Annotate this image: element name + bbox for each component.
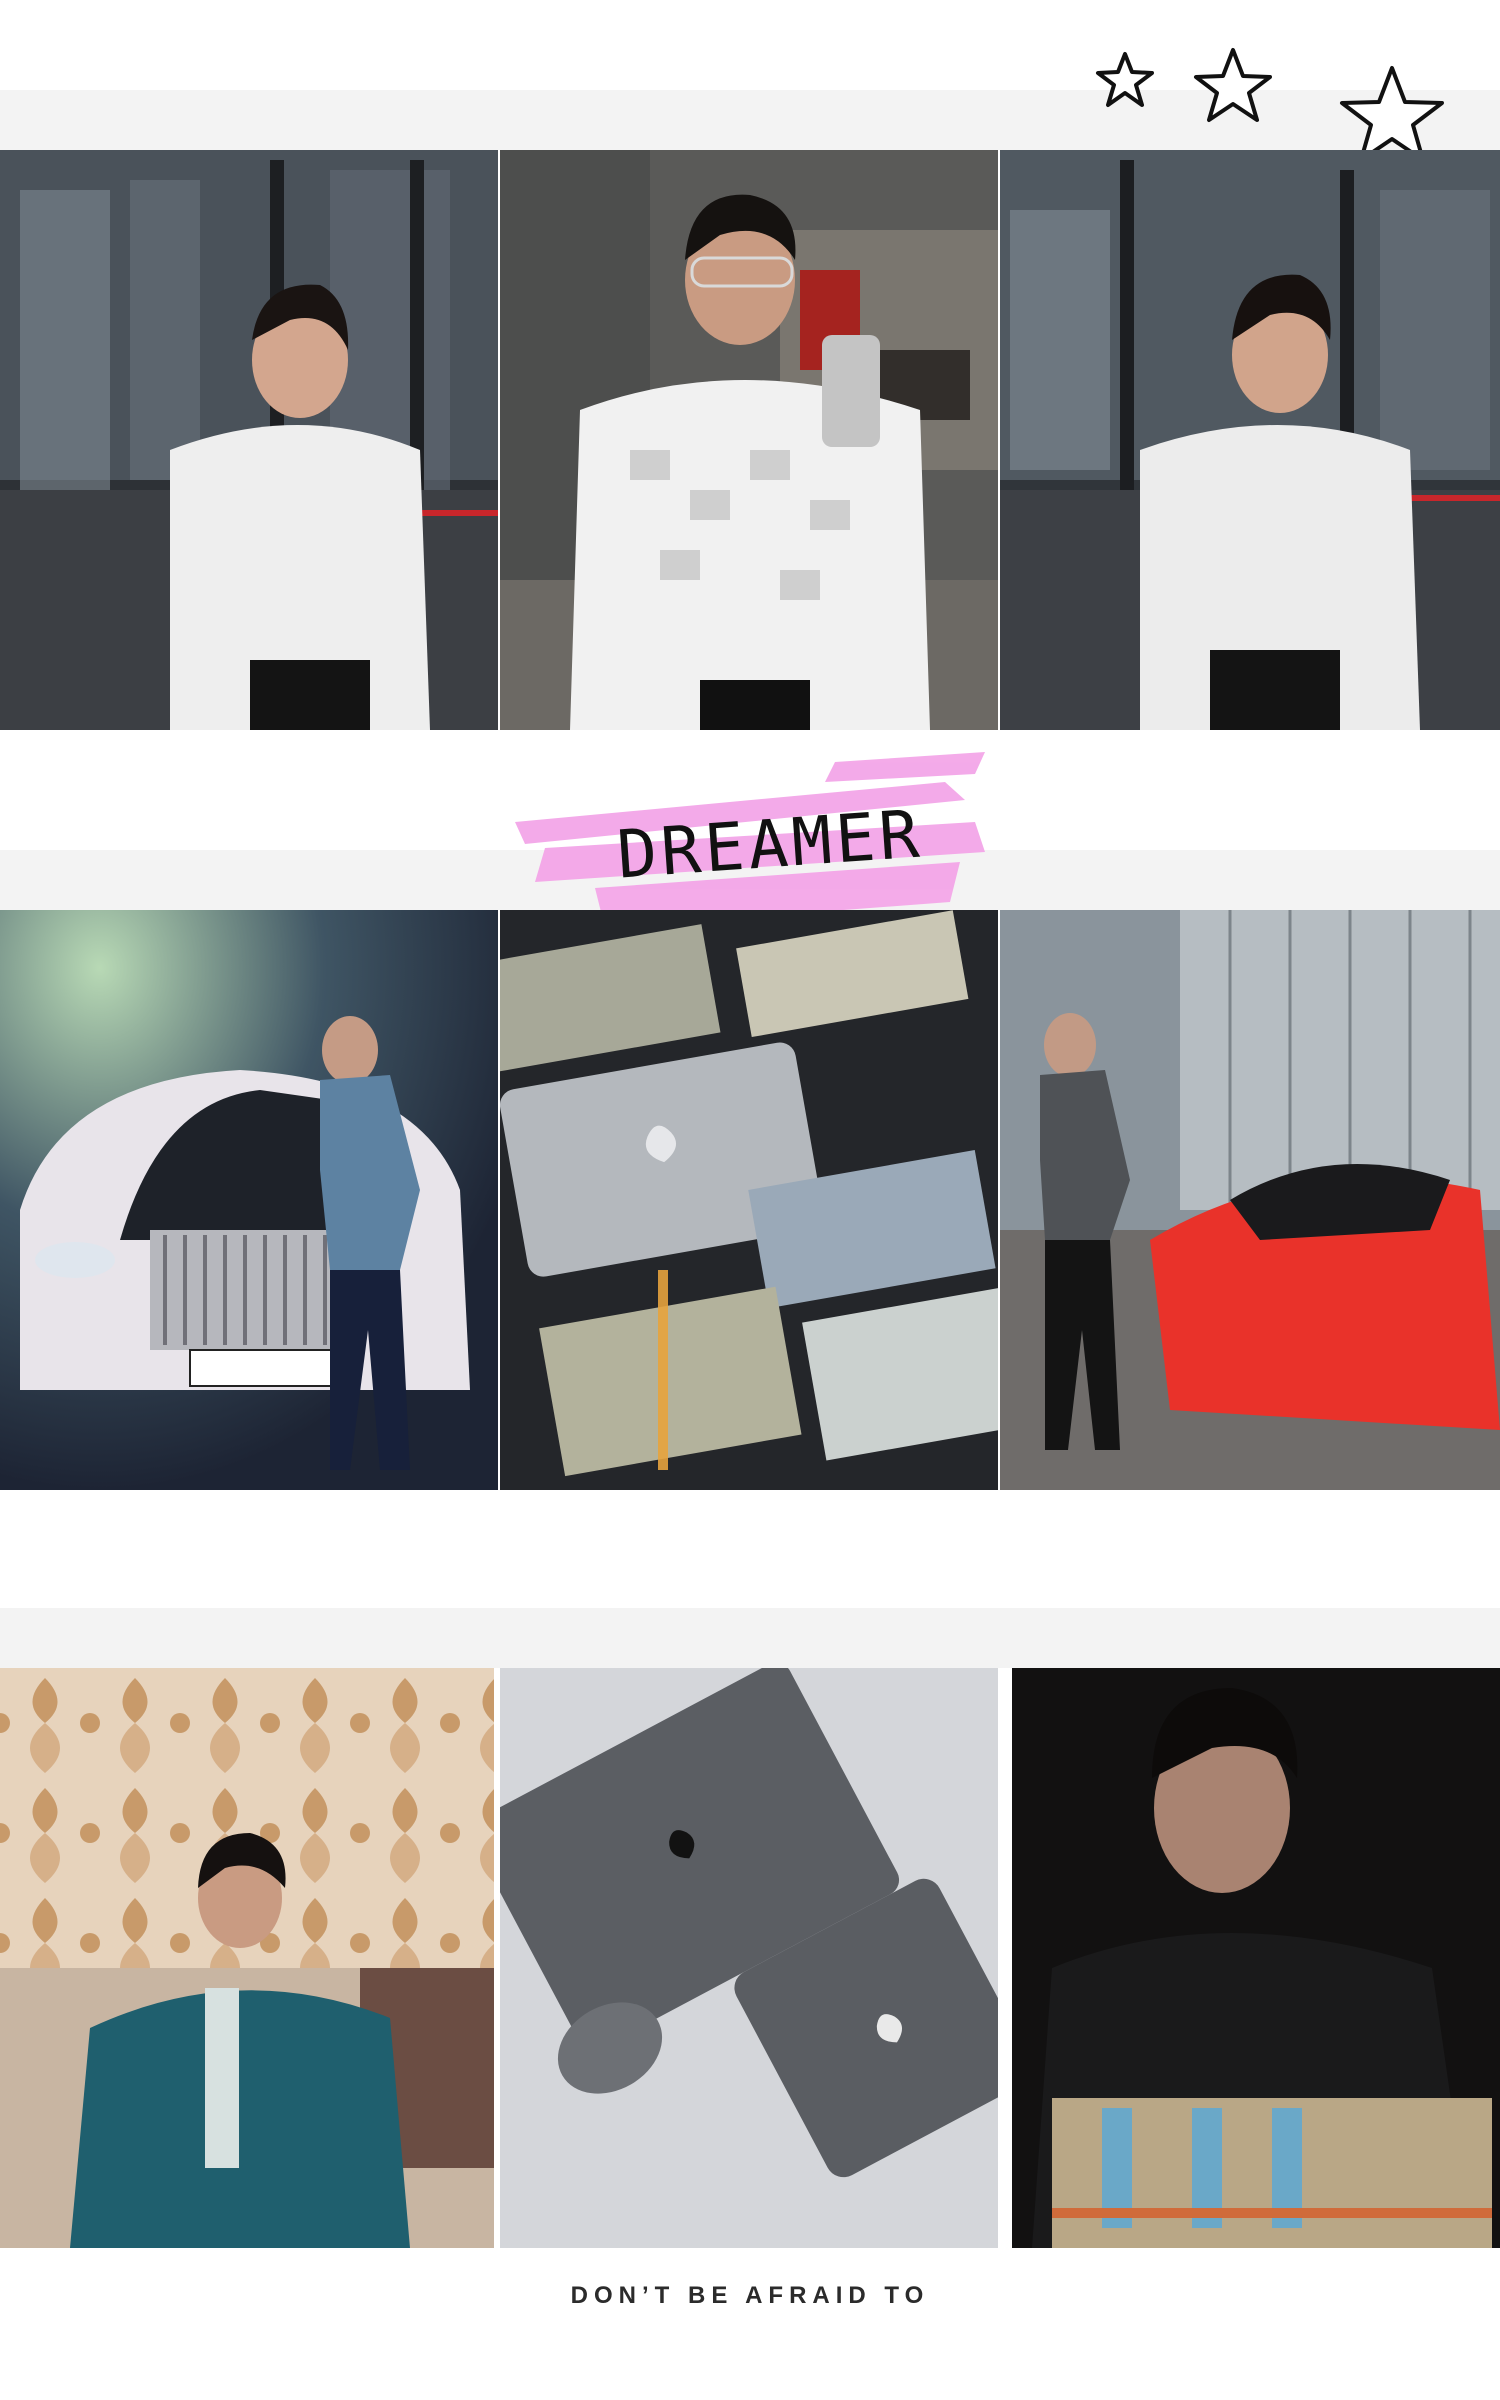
- star-icon: [1096, 52, 1154, 107]
- photo-man-teal-kurta[interactable]: [0, 1668, 494, 2248]
- star-icon: [1340, 66, 1444, 162]
- photo-row-1: [0, 150, 1500, 730]
- photo-man-white-shirt-showroom-2[interactable]: [1000, 150, 1500, 730]
- photo-row-2: [0, 910, 1500, 1490]
- caption-text: DON’T BE AFRAID TO: [570, 2282, 930, 2309]
- photo-cash-and-laptop[interactable]: [500, 910, 998, 1490]
- photo-laptops-and-mouse[interactable]: [500, 1668, 998, 2248]
- star-icon: [1194, 48, 1272, 122]
- grey-band-bottom: [0, 1608, 1500, 1668]
- photo-row-3: [0, 1668, 1500, 2248]
- photo-man-with-cash-bundle[interactable]: [1012, 1668, 1500, 2248]
- photo-man-with-luxury-car[interactable]: [0, 910, 498, 1490]
- photo-man-white-shirt-showroom[interactable]: [0, 150, 498, 730]
- photo-man-mirror-selfie[interactable]: [500, 150, 998, 730]
- photo-man-with-red-sports-car[interactable]: [1000, 910, 1500, 1490]
